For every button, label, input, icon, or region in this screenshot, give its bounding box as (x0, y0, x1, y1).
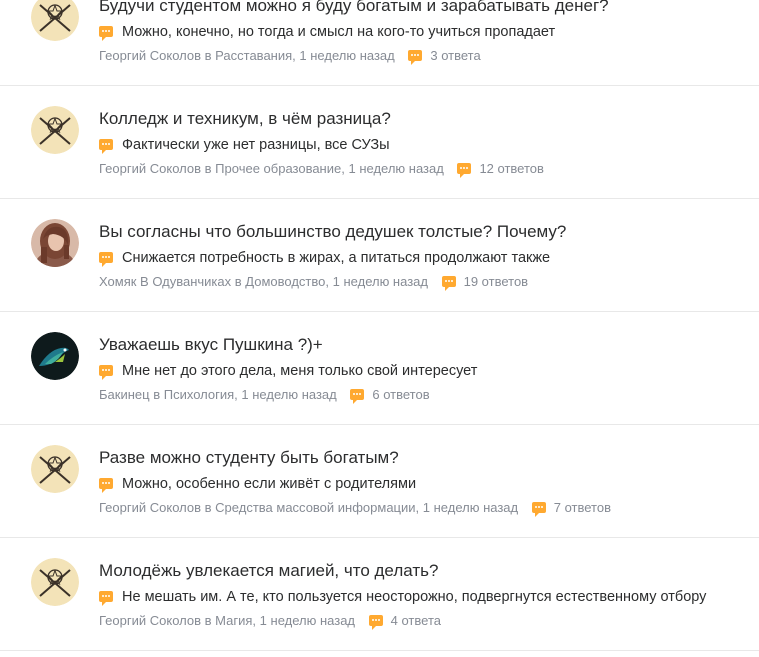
best-answer[interactable]: Не мешать им. А те, кто пользуется неост… (99, 588, 706, 606)
answer-text: Можно, конечно, но тогда и смысл на кого… (122, 24, 556, 40)
question-title[interactable]: Вы согласны что большинство дедушек толс… (99, 222, 566, 242)
question-item: Вы согласны что большинство дедушек толс… (0, 199, 759, 312)
answer-text: Мне нет до этого дела, меня только свой … (122, 363, 478, 379)
question-meta: Георгий Соколов в Прочее образование, 1 … (99, 161, 544, 178)
answers-count-link[interactable]: 4 ответа (368, 613, 441, 630)
category-link[interactable]: Расставания (215, 48, 292, 63)
question-item: Разве можно студенту быть богатым? Можно… (0, 425, 759, 538)
answers-count: 6 ответов (372, 387, 430, 402)
best-answer[interactable]: Можно, особенно если живёт с родителями (99, 475, 416, 493)
answers-count-link[interactable]: 3 ответа (408, 48, 481, 65)
answer-text: Можно, особенно если живёт с родителями (122, 476, 417, 492)
author-link[interactable]: Георгий Соколов (99, 48, 201, 63)
avatar[interactable] (31, 445, 79, 493)
avatar[interactable] (31, 332, 79, 380)
question-item: Колледж и техникум, в чём разница? Факти… (0, 86, 759, 199)
answer-text: Снижается потребность в жирах, а питатьс… (122, 250, 551, 266)
answers-count-link[interactable]: 6 ответов (350, 387, 430, 404)
answer-bubble-icon (99, 139, 113, 154)
category-link[interactable]: Психология (164, 387, 234, 402)
pentagram-icon (31, 558, 79, 606)
question-meta: Хомяк В Одуванчиках в Домоводство, 1 нед… (99, 274, 529, 291)
question-title[interactable]: Молодёжь увлекается магией, что делать? (99, 561, 438, 581)
answers-count-link[interactable]: 7 ответов (531, 500, 611, 517)
question-meta: Бакинец в Психология, 1 неделю назад 6 о… (99, 387, 430, 404)
comments-icon (531, 502, 546, 517)
question-item: Будучи студентом можно я буду богатым и … (0, 0, 759, 86)
question-item: Молодёжь увлекается магией, что делать? … (0, 538, 759, 651)
category-link[interactable]: Прочее образование (215, 161, 341, 176)
question-title[interactable]: Разве можно студенту быть богатым? (99, 448, 399, 468)
comments-icon (457, 163, 472, 178)
bird-photo (31, 332, 79, 380)
best-answer[interactable]: Снижается потребность в жирах, а питатьс… (99, 249, 550, 267)
question-meta: Георгий Соколов в Расставания, 1 неделю … (99, 48, 481, 65)
category-link[interactable]: Магия (215, 613, 252, 628)
author-link[interactable]: Георгий Соколов (99, 500, 201, 515)
author-link[interactable]: Хомяк В Одуванчиках (99, 274, 231, 289)
author-link[interactable]: Георгий Соколов (99, 161, 201, 176)
category-prefix: в (204, 613, 212, 628)
answers-count: 4 ответа (390, 613, 441, 628)
pentagram-icon (31, 0, 79, 41)
answer-bubble-icon (99, 478, 113, 493)
category-prefix: в (153, 387, 161, 402)
pentagram-icon (31, 106, 79, 154)
photo-girl (31, 219, 79, 267)
question-meta: Георгий Соколов в Магия, 1 неделю назад … (99, 613, 441, 630)
avatar[interactable] (31, 106, 79, 154)
answer-bubble-icon (99, 252, 113, 267)
answers-count: 12 ответов (479, 161, 544, 176)
question-item: Уважаешь вкус Пушкина ?)+ Мне нет до это… (0, 312, 759, 425)
category-link[interactable]: Средства массовой информации (215, 500, 415, 515)
comments-icon (408, 50, 423, 65)
timestamp: 1 неделю назад (348, 161, 444, 176)
timestamp: 1 неделю назад (422, 500, 519, 515)
answers-count: 19 ответов (463, 274, 529, 289)
comments-icon (350, 389, 365, 404)
category-prefix: в (234, 274, 242, 289)
answer-text: Не мешать им. А те, кто пользуется неост… (122, 589, 707, 605)
category-prefix: в (204, 500, 212, 515)
answers-count: 7 ответов (553, 500, 611, 515)
comments-icon (368, 615, 383, 630)
answers-count-link[interactable]: 12 ответов (457, 161, 544, 178)
best-answer[interactable]: Фактически уже нет разницы, все СУЗы (99, 136, 390, 154)
answers-count: 3 ответа (430, 48, 481, 63)
avatar[interactable] (31, 0, 79, 41)
question-title[interactable]: Будучи студентом можно я буду богатым и … (99, 0, 609, 16)
author-link[interactable]: Георгий Соколов (99, 613, 201, 628)
avatar[interactable] (31, 558, 79, 606)
question-meta: Георгий Соколов в Средства массовой инфо… (99, 500, 611, 517)
pentagram-icon (31, 445, 79, 493)
author-link[interactable]: Бакинец (99, 387, 150, 402)
answer-bubble-icon (99, 26, 113, 41)
comments-icon (441, 276, 456, 291)
answer-text: Фактически уже нет разницы, все СУЗы (122, 137, 390, 153)
question-title[interactable]: Уважаешь вкус Пушкина ?)+ (99, 335, 323, 355)
best-answer[interactable]: Можно, конечно, но тогда и смысл на кого… (99, 23, 555, 41)
timestamp: 1 неделю назад (299, 48, 395, 63)
answers-count-link[interactable]: 19 ответов (441, 274, 529, 291)
best-answer[interactable]: Мне нет до этого дела, меня только свой … (99, 362, 477, 380)
question-feed: Будучи студентом можно я буду богатым и … (0, 0, 759, 651)
question-title[interactable]: Колледж и техникум, в чём разница? (99, 109, 391, 129)
timestamp: 1 неделю назад (332, 274, 428, 289)
category-prefix: в (204, 161, 212, 176)
category-prefix: в (204, 48, 212, 63)
avatar[interactable] (31, 219, 79, 267)
answer-bubble-icon (99, 591, 113, 606)
timestamp: 1 неделю назад (259, 613, 356, 628)
category-link[interactable]: Домоводство (245, 274, 325, 289)
answer-bubble-icon (99, 365, 113, 380)
timestamp: 1 неделю назад (241, 387, 337, 402)
